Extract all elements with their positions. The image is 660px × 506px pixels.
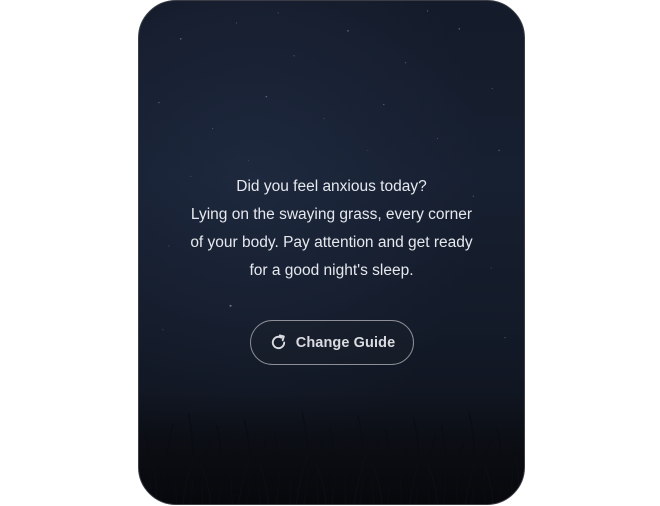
change-guide-button[interactable]: Change Guide	[250, 320, 414, 365]
refresh-icon	[269, 333, 288, 352]
guide-line: Did you feel anxious today?	[236, 178, 427, 195]
change-guide-label: Change Guide	[295, 334, 396, 351]
grass-silhouette-decoration	[139, 394, 524, 504]
guide-message: Did you feel anxious today? Lying on the…	[139, 173, 524, 285]
page: Did you feel anxious today? Lying on the…	[0, 0, 660, 506]
guide-line: for a good night's sleep.	[249, 262, 414, 279]
sleep-guide-card: Did you feel anxious today? Lying on the…	[138, 0, 525, 505]
guide-line: Lying on the swaying grass, every corner	[190, 206, 473, 223]
guide-line: of your body. Pay attention and get read…	[190, 234, 473, 251]
